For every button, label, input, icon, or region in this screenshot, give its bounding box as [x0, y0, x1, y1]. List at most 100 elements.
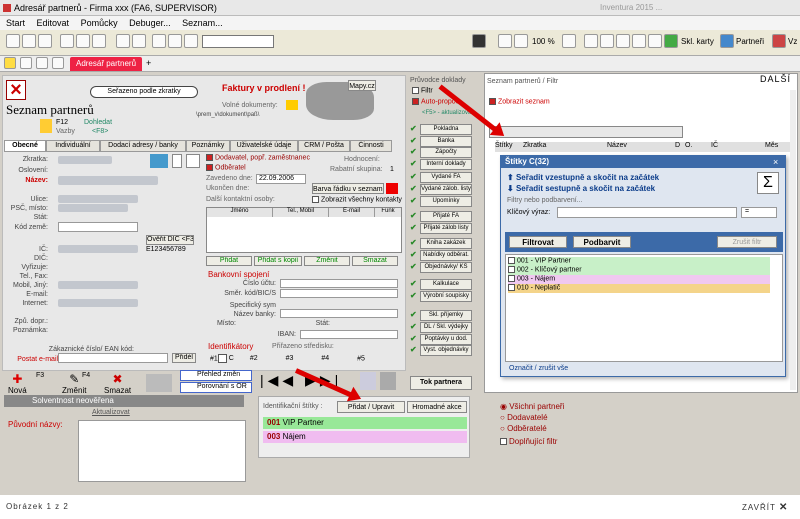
col-d[interactable]: D [675, 142, 680, 149]
paste-icon[interactable] [92, 34, 106, 48]
print-partner-icon[interactable] [380, 372, 396, 390]
prehled-zmen-button[interactable]: Přehled změn [180, 370, 252, 381]
print-icon[interactable] [38, 34, 52, 48]
menu-editovat[interactable]: Editovat [37, 18, 70, 28]
nazev-banky-field[interactable] [280, 309, 398, 318]
page-icon[interactable] [52, 57, 64, 69]
radio-odberatele[interactable]: ○ Odběratelé [500, 424, 547, 433]
popup-close-icon[interactable]: × [773, 157, 778, 167]
pridat-kontakt-button[interactable]: Přidat [206, 256, 252, 266]
shortcut-9[interactable]: ✔ Přijaté zálob listy [410, 222, 472, 234]
grid-icon[interactable] [616, 34, 630, 48]
barva-radku-button[interactable]: Barva řádku v seznamu [312, 183, 384, 194]
list-icon[interactable] [632, 34, 646, 48]
search-partner-icon[interactable] [360, 372, 376, 390]
filtrovat-button[interactable]: Filtrovat [509, 236, 567, 248]
tab-cinnosti[interactable]: Činnosti [350, 140, 392, 152]
f5-aktualizovat[interactable]: <F5> - aktualizovat [422, 110, 473, 116]
row-color-swatch[interactable] [386, 183, 398, 194]
skl-karty-button[interactable]: Skl. karty [681, 37, 714, 46]
layout-icon[interactable] [600, 34, 614, 48]
shortcut-2[interactable]: ✔ Banka [410, 135, 472, 147]
tab-dodaci-adresy[interactable]: Dodací adresy / banky [100, 140, 186, 152]
shortcut-3[interactable]: ✔ Zápočty [410, 147, 472, 159]
internet-value[interactable] [58, 299, 138, 307]
zkratka-value[interactable] [58, 156, 112, 164]
cut-icon[interactable] [60, 34, 74, 48]
close-red-x-icon[interactable]: × [6, 80, 26, 100]
tools-icon[interactable] [152, 34, 166, 48]
dodavatel-checkbox[interactable]: Dodavatel, popř. zaměstnanec [206, 154, 310, 161]
redo-icon[interactable] [132, 34, 146, 48]
radio-vsichni[interactable]: ◉ Všichni partneři [500, 402, 564, 411]
sort-asc-link[interactable]: ⬆ Seřadit vzestupně a skočit na začátek [507, 173, 659, 182]
vz-button[interactable]: Vz [788, 37, 797, 46]
zmenit-kontakt-button[interactable]: Změnit [304, 256, 350, 266]
zoom-out-icon[interactable] [498, 34, 512, 48]
tab-uzivatelske-udaje[interactable]: Uživatelské údaje [230, 140, 298, 152]
shortcut-7[interactable]: ✔ Upomínky [410, 195, 472, 207]
ulice-value[interactable] [58, 195, 138, 203]
aktualizovat-link[interactable]: Aktualizovat [92, 409, 130, 416]
shortcut-18[interactable]: ✔ Vyst. objednávky [410, 345, 472, 357]
iban-field[interactable] [300, 330, 398, 339]
shortcut-17[interactable]: ✔ Poptávky u dod. [410, 333, 472, 345]
col-ic[interactable]: IČ [711, 142, 718, 149]
dalsi-link[interactable]: DALŠÍ [760, 74, 791, 84]
col-header-funkce[interactable]: Funk [375, 208, 401, 217]
shortcut-label[interactable]: Upomínky [420, 195, 472, 207]
menu-start[interactable]: Start [6, 18, 25, 28]
dic-value[interactable]: E123456789 [146, 246, 186, 253]
bic-field[interactable] [280, 289, 398, 298]
ident-tag-row[interactable]: 001 VIP Partner [263, 417, 467, 429]
shortcut-label[interactable]: Zápočty [420, 147, 472, 159]
overit-dic-button[interactable]: Ověřit DIČ <F3> [146, 235, 194, 245]
tag-item[interactable]: 002 - Klíčový partner [508, 266, 770, 275]
radio-dodavatele[interactable]: ○ Dodavatelé [500, 413, 548, 422]
open-icon[interactable] [22, 34, 36, 48]
window-icon[interactable] [584, 34, 598, 48]
tok-partnera-button[interactable]: Tok partnera [410, 376, 472, 390]
col-o[interactable]: O. [685, 142, 692, 149]
menu-pomucky[interactable]: Pomůcky [81, 18, 118, 28]
col-nazev[interactable]: Název [607, 142, 627, 149]
zrusit-filtr-button[interactable]: Zrušit filtr [717, 236, 777, 248]
sum-button[interactable]: Σ [757, 172, 779, 194]
close-lightbox-button[interactable]: ZAVŘÍT ✕ [742, 502, 788, 513]
tab-obecne[interactable]: Obecné [4, 140, 46, 152]
new-icon[interactable] [6, 34, 20, 48]
shortcut-14[interactable]: ✔ Výrobní soupisky [410, 290, 472, 302]
toolbar-combo[interactable] [202, 35, 274, 48]
tag-item[interactable]: 010 - Neplatič [508, 284, 770, 293]
podbarvit-button[interactable]: Podbarvit [573, 236, 631, 248]
home-icon[interactable] [36, 57, 48, 69]
shortcut-label[interactable]: Banka [420, 135, 472, 147]
shortcut-12[interactable]: ✔ Objednávky/ KS [410, 261, 472, 273]
shortcut-11[interactable]: ✔ Nabídky odběrat. [410, 250, 472, 261]
col-header-email[interactable]: E-mail [329, 208, 375, 217]
rabat-value[interactable]: 1 [390, 166, 394, 173]
col-stitky[interactable]: Štítky [495, 142, 513, 149]
odberatel-checkbox[interactable]: Odběratel [206, 164, 246, 171]
wrench-icon[interactable] [184, 34, 198, 48]
nazev-value[interactable] [58, 176, 158, 185]
tag-item[interactable]: 003 - Nájem [508, 275, 770, 284]
col-header-tel[interactable]: Tel., Mobil [273, 208, 329, 217]
folder-icon[interactable] [286, 100, 298, 110]
check-icon[interactable] [186, 154, 200, 168]
psc-value[interactable] [58, 204, 128, 212]
shortcut-label[interactable]: Kniha zakázek [420, 238, 472, 250]
shortcut-13[interactable]: ✔ Kalkulace [410, 279, 472, 291]
zavedeno-date[interactable]: 22.09.2006 [256, 174, 306, 184]
shortcut-label[interactable]: Skl. příjemky [420, 310, 472, 322]
stock-icon[interactable] [664, 34, 678, 48]
tab-individualni[interactable]: Individuální [46, 140, 100, 152]
smazat-kontakt-button[interactable]: Smazat [352, 256, 398, 266]
pridat-s-kopii-button[interactable]: Přidat s kopií [254, 256, 302, 266]
sort-desc-link[interactable]: ⬇ Seřadit sestupně a skočit na začátek [507, 184, 655, 193]
zobrazit-seznam-checkbox[interactable]: Zobrazit seznam [489, 98, 550, 105]
tab-crm-posta[interactable]: CRM / Pošta [298, 140, 350, 152]
hromadne-akce-button[interactable]: Hromadné akce [407, 401, 467, 413]
shortcut-4[interactable]: ✔ Interní doklady [410, 158, 472, 170]
calendar-icon[interactable] [150, 154, 168, 168]
